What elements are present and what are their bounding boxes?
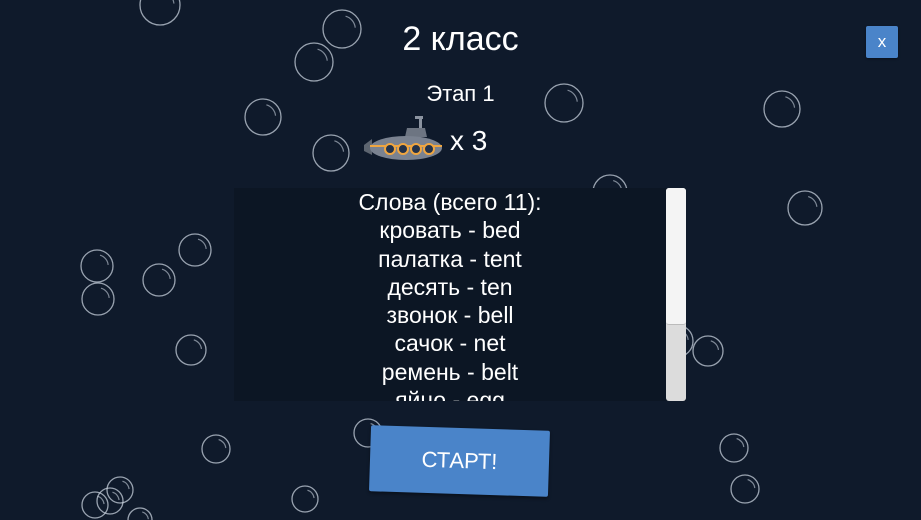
bubble [291, 485, 319, 513]
word-item: ремень - belt [381, 358, 519, 385]
lives-count: x 3 [450, 125, 488, 156]
words-panel[interactable]: Слова (всего 11): кровать - bed палатка … [234, 188, 686, 401]
bubble-highlight [307, 489, 315, 499]
bubble [96, 487, 124, 515]
bubble-highlight [100, 287, 110, 298]
close-button[interactable]: x [866, 26, 898, 58]
bubble [692, 335, 724, 367]
words-heading: Слова (всего 11): [358, 189, 542, 215]
word-item: десять - ten [387, 273, 513, 300]
bubble-highlight [193, 339, 203, 350]
word-item: сачок - net [394, 330, 506, 357]
words-list: Слова (всего 11): кровать - bed палатка … [234, 188, 666, 401]
bubble-highlight [172, 0, 175, 4]
bubble-highlight [99, 254, 109, 265]
bubble-highlight [710, 340, 720, 351]
bubble [312, 134, 350, 172]
word-item: звонок - bell [386, 302, 514, 329]
bubble-highlight [161, 268, 171, 279]
bubble [178, 233, 212, 267]
word-item: кровать - bed [379, 217, 521, 244]
bubble [142, 263, 176, 297]
start-button[interactable]: СТАРТ! [369, 425, 550, 497]
bubble-highlight [218, 438, 227, 449]
word-item: яйцо - egg [395, 387, 505, 401]
bubble [81, 282, 115, 316]
word-item: палатка - tent [378, 245, 522, 272]
bubble-highlight [807, 195, 818, 207]
bubble [81, 491, 109, 519]
bubble [175, 334, 207, 366]
bubble-highlight [334, 140, 345, 152]
page-title: 2 класс [402, 20, 519, 58]
bubble [719, 433, 749, 463]
bubble [201, 434, 231, 464]
scrollbar-thumb[interactable] [666, 188, 686, 325]
bubble [80, 249, 114, 283]
stage-label: Этап 1 [426, 81, 495, 106]
bubble [106, 476, 134, 504]
bubble-highlight [112, 491, 120, 501]
submarine-icon [364, 116, 442, 160]
bubble-highlight [747, 478, 756, 489]
bubble-highlight [142, 511, 149, 520]
bubble [787, 190, 823, 226]
lives-indicator: x 3 [360, 115, 487, 167]
bubble-highlight [197, 238, 207, 249]
bubble-highlight [122, 480, 130, 490]
bubble [730, 474, 760, 504]
bubble-highlight [97, 495, 105, 505]
bubble-highlight [736, 437, 745, 448]
